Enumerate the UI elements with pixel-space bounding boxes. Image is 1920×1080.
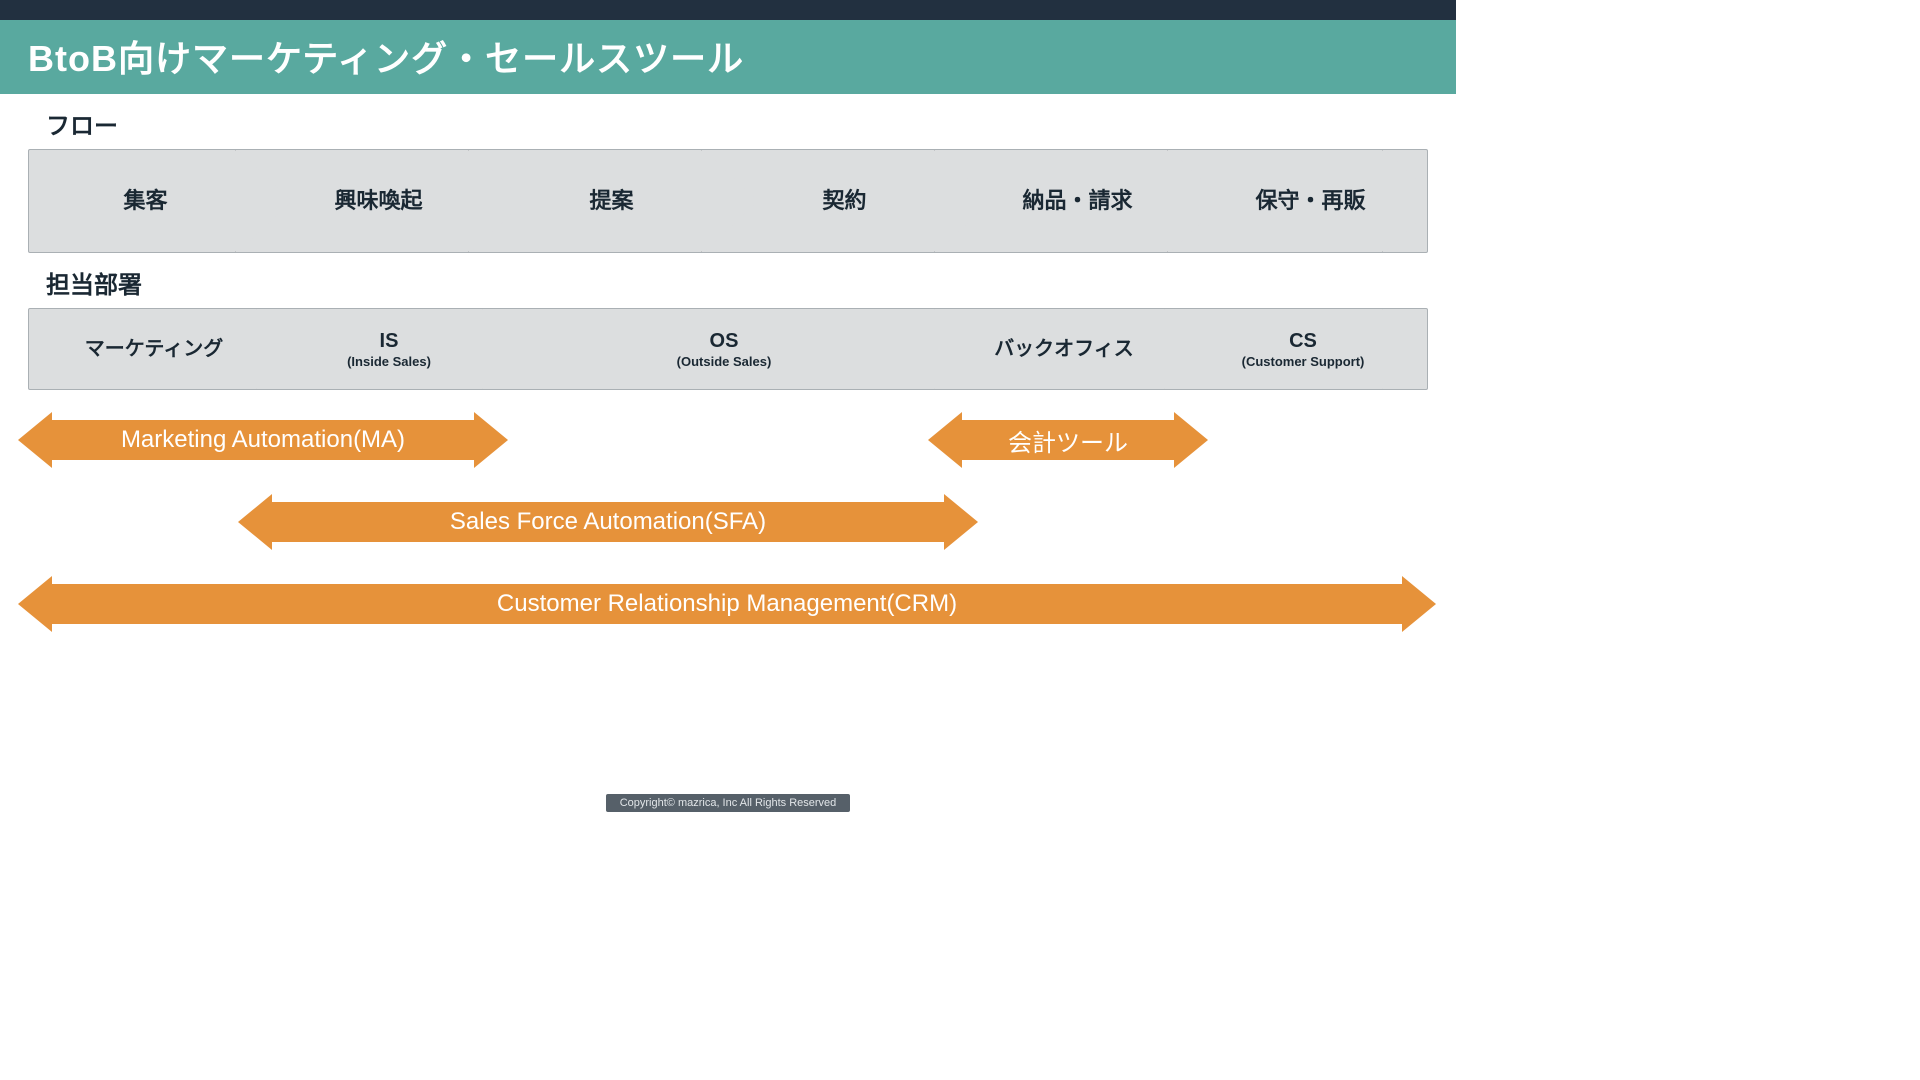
flow-stage-label: 提案 [589, 189, 633, 213]
dept-item: OS (Outside Sales) [499, 309, 949, 389]
tool-arrow-acc: 会計ツール [928, 416, 1208, 464]
flow-stage: 契約 [728, 150, 961, 252]
arrow-left-icon [18, 412, 52, 468]
dept-item-main: マーケティング [85, 338, 223, 360]
flow-stage: 集客 [29, 150, 262, 252]
tool-arrow-crm: Customer Relationship Management(CRM) [18, 580, 1436, 628]
flow-stage-label: 契約 [822, 189, 866, 213]
dept-item-main: IS [380, 330, 399, 352]
dept-item-main: CS [1289, 330, 1317, 352]
top-bar [0, 0, 1456, 20]
dept-row: マーケティング IS (Inside Sales) OS (Outside Sa… [28, 308, 1428, 390]
flow-stage: 提案 [495, 150, 728, 252]
flow-stage: 保守・再販 [1194, 150, 1427, 252]
dept-section-label: 担当部署 [46, 265, 1428, 300]
arrow-right-icon [944, 494, 978, 550]
tool-label: Marketing Automation(MA) [52, 420, 474, 460]
tool-row-2: Sales Force Automation(SFA) [28, 498, 1428, 554]
flow-stage: 興味喚起 [262, 150, 495, 252]
dept-item: CS (Customer Support) [1179, 309, 1427, 389]
arrow-right-icon [474, 412, 508, 468]
arrow-left-icon [238, 494, 272, 550]
arrow-right-icon [1174, 412, 1208, 468]
dept-item-main: OS [710, 330, 739, 352]
dept-item-main: バックオフィス [994, 338, 1134, 360]
flow-stage-label: 興味喚起 [334, 189, 422, 213]
tool-arrow-sfa: Sales Force Automation(SFA) [238, 498, 978, 546]
arrow-left-icon [928, 412, 962, 468]
flow-stage-label: 集客 [123, 189, 167, 213]
tool-arrow-ma: Marketing Automation(MA) [18, 416, 508, 464]
flow-stage-label: 納品・請求 [1022, 189, 1132, 213]
dept-item: バックオフィス [949, 309, 1179, 389]
dept-item: IS (Inside Sales) [279, 309, 499, 389]
dept-item-sub: (Customer Support) [1242, 354, 1365, 369]
flow-section-label: フロー [46, 106, 1428, 141]
flow-row: 集客 興味喚起 提案 契約 納品・請求 保守・再販 [28, 149, 1428, 253]
tool-label: Sales Force Automation(SFA) [272, 502, 944, 542]
dept-item: マーケティング [29, 309, 279, 389]
slide-title: BtoB向けマーケティング・セールスツール [0, 20, 1456, 94]
dept-item-sub: (Outside Sales) [677, 354, 772, 369]
footer: Copyright© mazrica, Inc All Rights Reser… [0, 793, 1456, 812]
arrow-left-icon [18, 576, 52, 632]
tool-label: Customer Relationship Management(CRM) [52, 584, 1402, 624]
arrow-right-icon [1402, 576, 1436, 632]
tool-label: 会計ツール [962, 420, 1174, 460]
copyright-badge: Copyright© mazrica, Inc All Rights Reser… [606, 794, 851, 812]
flow-stage-label: 保守・再販 [1255, 189, 1365, 213]
dept-item-sub: (Inside Sales) [347, 354, 431, 369]
tool-row-1: Marketing Automation(MA) 会計ツール [28, 416, 1428, 472]
tool-row-3: Customer Relationship Management(CRM) [28, 580, 1428, 636]
flow-stage: 納品・請求 [961, 150, 1194, 252]
